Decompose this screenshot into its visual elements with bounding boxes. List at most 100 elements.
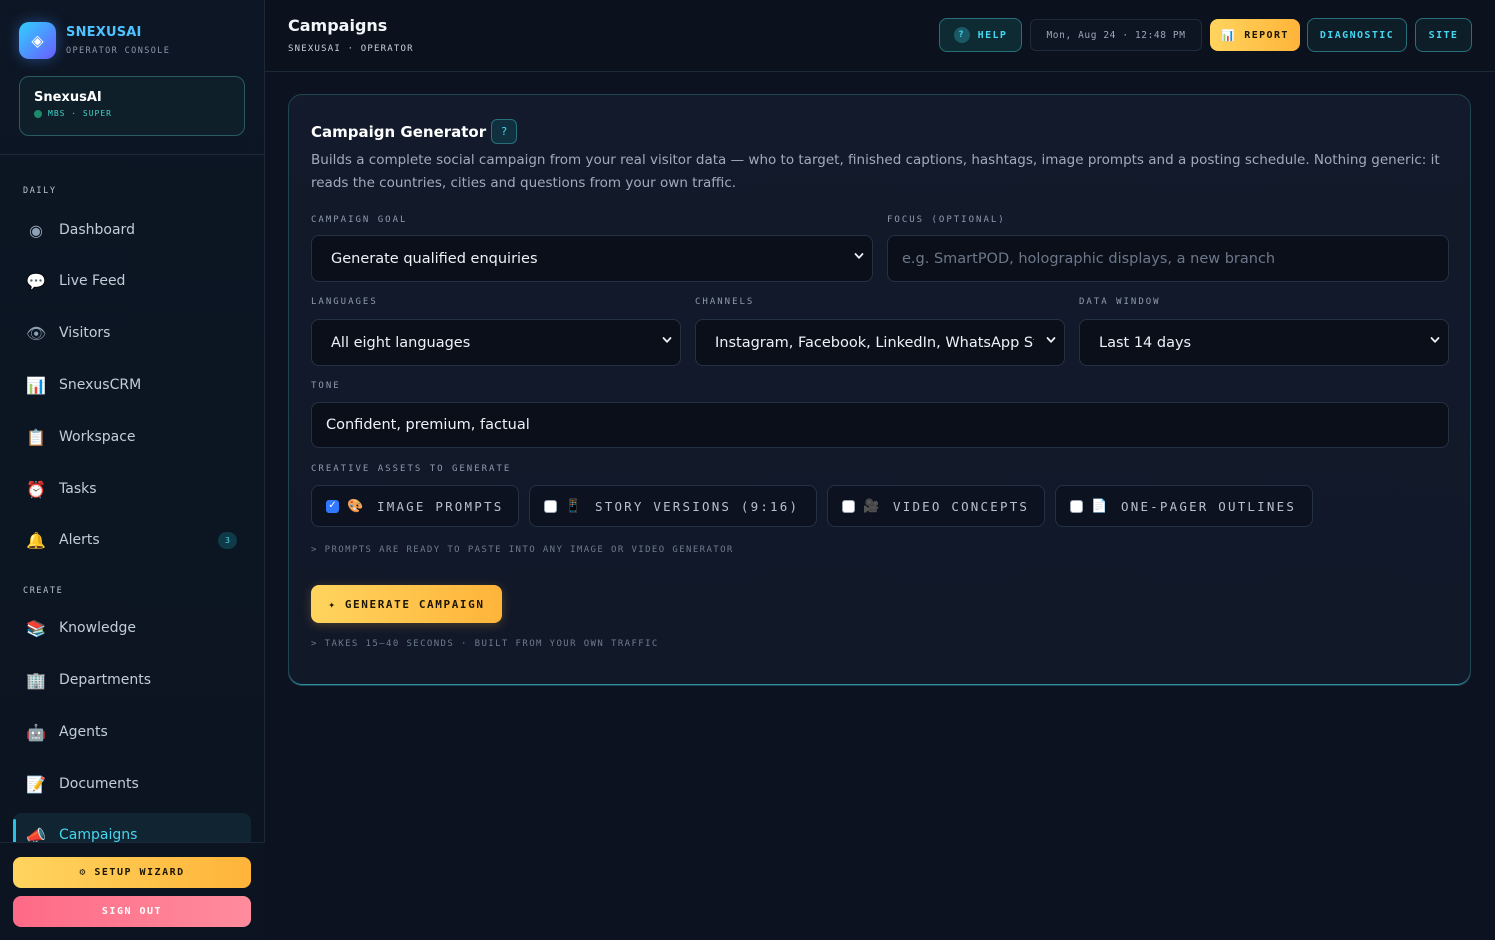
data-window-label: DATA WINDOW bbox=[1079, 297, 1161, 307]
campaign-goal-label: CAMPAIGN GOAL bbox=[311, 215, 408, 225]
sidebar-item-documents[interactable]: 📝 Documents bbox=[13, 762, 251, 806]
asset-video-concepts[interactable]: 🎥 VIDEO CONCEPTS bbox=[827, 485, 1045, 527]
asset-label: ONE-PAGER OUTLINES bbox=[1121, 498, 1297, 514]
tone-input[interactable]: Confident, premium, factual bbox=[311, 402, 1449, 448]
sidebar-item-alerts[interactable]: 🔔 Alerts 3 bbox=[13, 518, 251, 562]
help-button[interactable]: ? HELP bbox=[939, 18, 1022, 52]
asset-label: STORY VERSIONS (9:16) bbox=[595, 498, 800, 514]
story-versions-checkbox[interactable] bbox=[544, 499, 557, 513]
bar-chart-icon: 📊 bbox=[1221, 28, 1237, 42]
breadcrumb: SNEXUSAI · OPERATOR bbox=[288, 44, 414, 54]
sidebar-item-label: Knowledge bbox=[59, 620, 136, 636]
nav-section-create: CREATE bbox=[23, 586, 64, 596]
sidebar: ◈ SNEXUSAI OPERATOR CONSOLE SnexusAI MBS… bbox=[0, 0, 265, 940]
building-icon: 🏢 bbox=[26, 670, 46, 690]
org-plan: MBS · SUPER bbox=[48, 109, 112, 118]
asset-image-prompts[interactable]: 🎨 IMAGE PROMPTS bbox=[311, 485, 519, 527]
sidebar-item-snexuscrm[interactable]: 📊 SnexusCRM bbox=[13, 363, 251, 407]
focus-label: FOCUS (OPTIONAL) bbox=[887, 215, 1006, 225]
chevron-down-icon bbox=[1430, 337, 1440, 343]
alarm-clock-icon: ⏰ bbox=[26, 479, 46, 499]
sidebar-divider bbox=[0, 154, 265, 155]
org-name: SnexusAI bbox=[34, 90, 102, 105]
bar-chart-icon: 📊 bbox=[26, 375, 46, 395]
sidebar-item-knowledge[interactable]: 📚 Knowledge bbox=[13, 606, 251, 650]
sidebar-item-workspace[interactable]: 📋 Workspace bbox=[13, 415, 251, 459]
generate-hint: > TAKES 15–40 SECONDS · BUILT FROM YOUR … bbox=[311, 639, 659, 649]
channels-label: CHANNELS bbox=[695, 297, 755, 307]
sidebar-item-agents[interactable]: 🤖 Agents bbox=[13, 710, 251, 754]
sidebar-item-label: Documents bbox=[59, 776, 139, 792]
report-button[interactable]: 📊 REPORT bbox=[1210, 19, 1300, 51]
alerts-count-badge: 3 bbox=[218, 531, 237, 549]
org-meta: MBS · SUPER bbox=[34, 109, 230, 118]
focus-placeholder: e.g. SmartPOD, holographic displays, a n… bbox=[902, 250, 1276, 267]
brand-logo-icon: ◈ bbox=[19, 22, 56, 59]
campaign-goal-select[interactable]: Generate qualified enquiries bbox=[311, 235, 873, 282]
asset-one-pager-outlines[interactable]: 📄 ONE-PAGER OUTLINES bbox=[1055, 485, 1313, 527]
sidebar-item-label: Dashboard bbox=[59, 222, 135, 238]
data-window-select[interactable]: Last 14 days bbox=[1079, 319, 1449, 366]
one-pager-outlines-checkbox[interactable] bbox=[1070, 499, 1083, 513]
sidebar-item-tasks[interactable]: ⏰ Tasks bbox=[13, 467, 251, 511]
brand[interactable]: ◈ SNEXUSAI OPERATOR CONSOLE bbox=[19, 22, 170, 59]
document-icon: 📄 bbox=[1091, 498, 1108, 514]
asset-label: VIDEO CONCEPTS bbox=[893, 498, 1030, 514]
languages-label: LANGUAGES bbox=[311, 297, 378, 307]
top-bar: Campaigns SNEXUSAI · OPERATOR ? HELP Mon… bbox=[265, 0, 1495, 72]
languages-select[interactable]: All eight languages bbox=[311, 319, 681, 366]
setup-wizard-button[interactable]: ⚙ SETUP WIZARD bbox=[13, 857, 251, 888]
mobile-phone-icon: 📱 bbox=[565, 498, 582, 514]
chevron-down-icon bbox=[1046, 337, 1056, 343]
page-title: Campaigns bbox=[288, 16, 388, 35]
card-header: Campaign Generator ? bbox=[311, 119, 518, 144]
question-icon: ? bbox=[953, 27, 970, 43]
help-button-label: HELP bbox=[977, 29, 1008, 41]
palette-icon: 🎨 bbox=[347, 498, 364, 514]
robot-icon: 🤖 bbox=[26, 722, 46, 742]
asset-story-versions[interactable]: 📱 STORY VERSIONS (9:16) bbox=[529, 485, 817, 527]
card-title: Campaign Generator bbox=[311, 122, 487, 141]
memo-icon: 📝 bbox=[26, 774, 46, 794]
generate-campaign-button[interactable]: ✦ GENERATE CAMPAIGN bbox=[311, 585, 502, 623]
sidebar-item-live-feed[interactable]: 💬 Live Feed bbox=[13, 259, 251, 303]
bell-icon: 🔔 bbox=[26, 530, 46, 550]
sign-out-button[interactable]: SIGN OUT bbox=[13, 896, 251, 927]
eye-icon: 👁 bbox=[26, 323, 47, 343]
sidebar-item-label: Agents bbox=[59, 724, 108, 740]
nav-section-daily: DAILY bbox=[23, 186, 57, 196]
assets-hint: > PROMPTS ARE READY TO PASTE INTO ANY IM… bbox=[311, 545, 734, 555]
app-root: ◈ SNEXUSAI OPERATOR CONSOLE SnexusAI MBS… bbox=[0, 0, 1495, 940]
chevron-down-icon bbox=[854, 253, 864, 259]
image-prompts-checkbox[interactable] bbox=[326, 499, 339, 513]
card-help-button[interactable]: ? bbox=[491, 119, 518, 144]
sidebar-item-departments[interactable]: 🏢 Departments bbox=[13, 658, 251, 702]
sidebar-item-label: Campaigns bbox=[59, 827, 138, 843]
creative-assets-label: CREATIVE ASSETS TO GENERATE bbox=[311, 464, 512, 474]
diagnostic-button[interactable]: DIAGNOSTIC bbox=[1307, 18, 1407, 52]
sidebar-item-label: Departments bbox=[59, 672, 152, 688]
chat-bubble-icon: 💬 bbox=[26, 271, 46, 291]
tone-label: TONE bbox=[311, 381, 341, 391]
sidebar-footer: ⚙ SETUP WIZARD SIGN OUT bbox=[0, 842, 265, 940]
sidebar-item-label: Alerts bbox=[59, 532, 100, 548]
sidebar-item-label: Tasks bbox=[59, 481, 97, 497]
brand-name: SNEXUSAI bbox=[66, 25, 142, 40]
sidebar-item-dashboard[interactable]: ◉ Dashboard bbox=[13, 208, 251, 252]
sidebar-item-visitors[interactable]: 👁 Visitors bbox=[13, 311, 251, 355]
status-dot-icon bbox=[34, 109, 42, 118]
org-card[interactable]: SnexusAI MBS · SUPER bbox=[19, 76, 245, 136]
clipboard-icon: 📋 bbox=[26, 427, 46, 447]
campaign-goal-value: Generate qualified enquiries bbox=[331, 250, 538, 267]
sidebar-item-label: Visitors bbox=[59, 325, 111, 341]
dashboard-icon: ◉ bbox=[29, 220, 43, 240]
chevron-down-icon bbox=[662, 337, 672, 343]
focus-input[interactable]: e.g. SmartPOD, holographic displays, a n… bbox=[887, 235, 1449, 282]
channels-value: Instagram, Facebook, LinkedIn, WhatsApp … bbox=[715, 334, 1034, 351]
data-window-value: Last 14 days bbox=[1099, 334, 1192, 351]
sidebar-item-label: SnexusCRM bbox=[59, 377, 142, 393]
brand-subtitle: OPERATOR CONSOLE bbox=[66, 46, 171, 56]
channels-select[interactable]: Instagram, Facebook, LinkedIn, WhatsApp … bbox=[695, 319, 1065, 366]
video-concepts-checkbox[interactable] bbox=[842, 499, 855, 513]
site-button[interactable]: SITE bbox=[1415, 18, 1472, 52]
